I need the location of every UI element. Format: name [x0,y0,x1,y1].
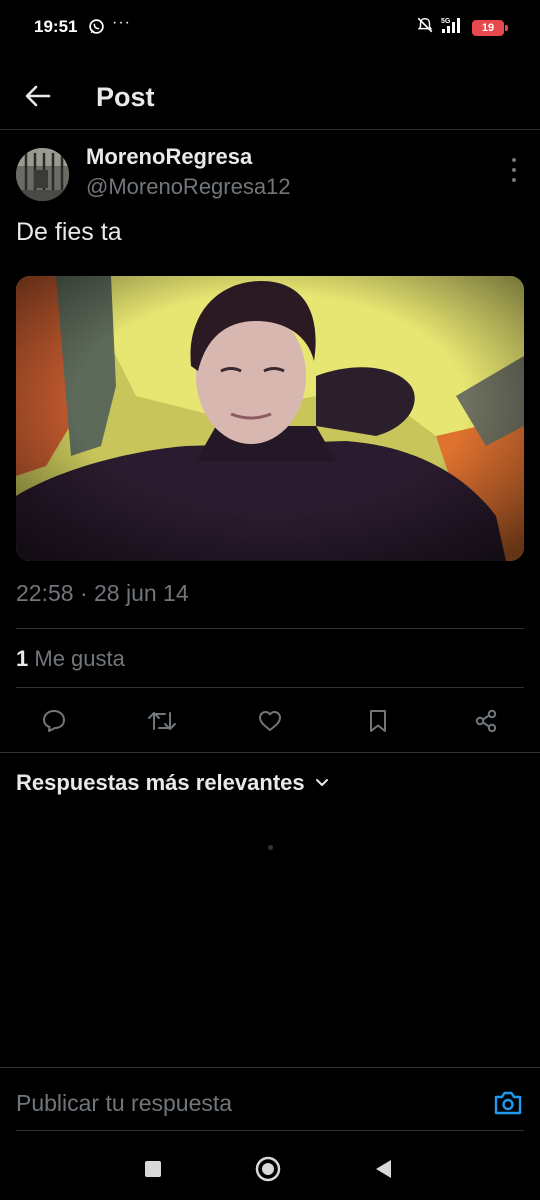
likes-summary[interactable]: 1 Me gusta [16,646,125,672]
retweet-button[interactable] [147,706,177,736]
home-button[interactable] [253,1154,283,1184]
divider [16,1130,524,1131]
like-button[interactable] [255,706,285,736]
likes-count: 1 [16,646,29,671]
replies-sort-dropdown[interactable]: Respuestas más relevantes [16,770,329,796]
post-actions [0,698,540,742]
status-indicators: 5G 19 [416,16,508,39]
square-icon [145,1161,161,1177]
network-label: 5G [441,18,451,25]
home-circle-icon [255,1156,281,1182]
like-icon [259,711,281,731]
more-options-icon [512,158,516,162]
camera-icon [494,1091,522,1115]
avatar[interactable] [16,148,69,201]
signal-icon: 5G [440,16,466,39]
share-button[interactable] [471,706,501,736]
back-arrow-icon [25,85,51,107]
divider [16,628,524,629]
post-image[interactable] [16,276,524,561]
battery-icon: 19 [472,19,508,36]
more-notifications-icon: ··· [112,14,131,31]
reply-composer: Publicar tu respuesta [0,1067,540,1135]
chevron-down-icon [315,779,328,786]
divider [0,752,540,753]
system-nav-bar [0,1136,540,1200]
triangle-back-icon [376,1160,391,1178]
back-button[interactable] [18,78,58,114]
reply-input[interactable]: Publicar tu respuesta [16,1090,232,1117]
author-name[interactable]: MorenoRegresa [86,144,252,170]
camera-button[interactable] [492,1088,524,1118]
page-title: Post [96,82,155,112]
retweet-icon [148,712,176,730]
status-bar: 19:51 ··· 5G 19 [0,0,540,56]
loading-indicator [268,845,273,850]
recent-apps-button[interactable] [138,1154,168,1184]
reply-icon [43,710,65,732]
post-timestamp: 22:58 · 28 jun 14 [16,580,189,606]
post-text: De fies ta [16,218,122,246]
likes-label: Me gusta [34,646,125,671]
bookmark-icon [370,710,386,732]
status-time: 19:51 [34,17,78,36]
top-app-bar: Post [0,64,540,130]
replies-sort-label: Respuestas más relevantes [16,770,305,795]
mute-icon [416,16,434,39]
divider [16,687,524,688]
share-icon [475,709,497,733]
reply-button[interactable] [39,706,69,736]
back-nav-button[interactable] [368,1154,398,1184]
bookmark-button[interactable] [363,706,393,736]
author-handle[interactable]: @MorenoRegresa12 [86,174,291,200]
more-options-button[interactable] [506,158,522,182]
whatsapp-icon [88,18,105,40]
